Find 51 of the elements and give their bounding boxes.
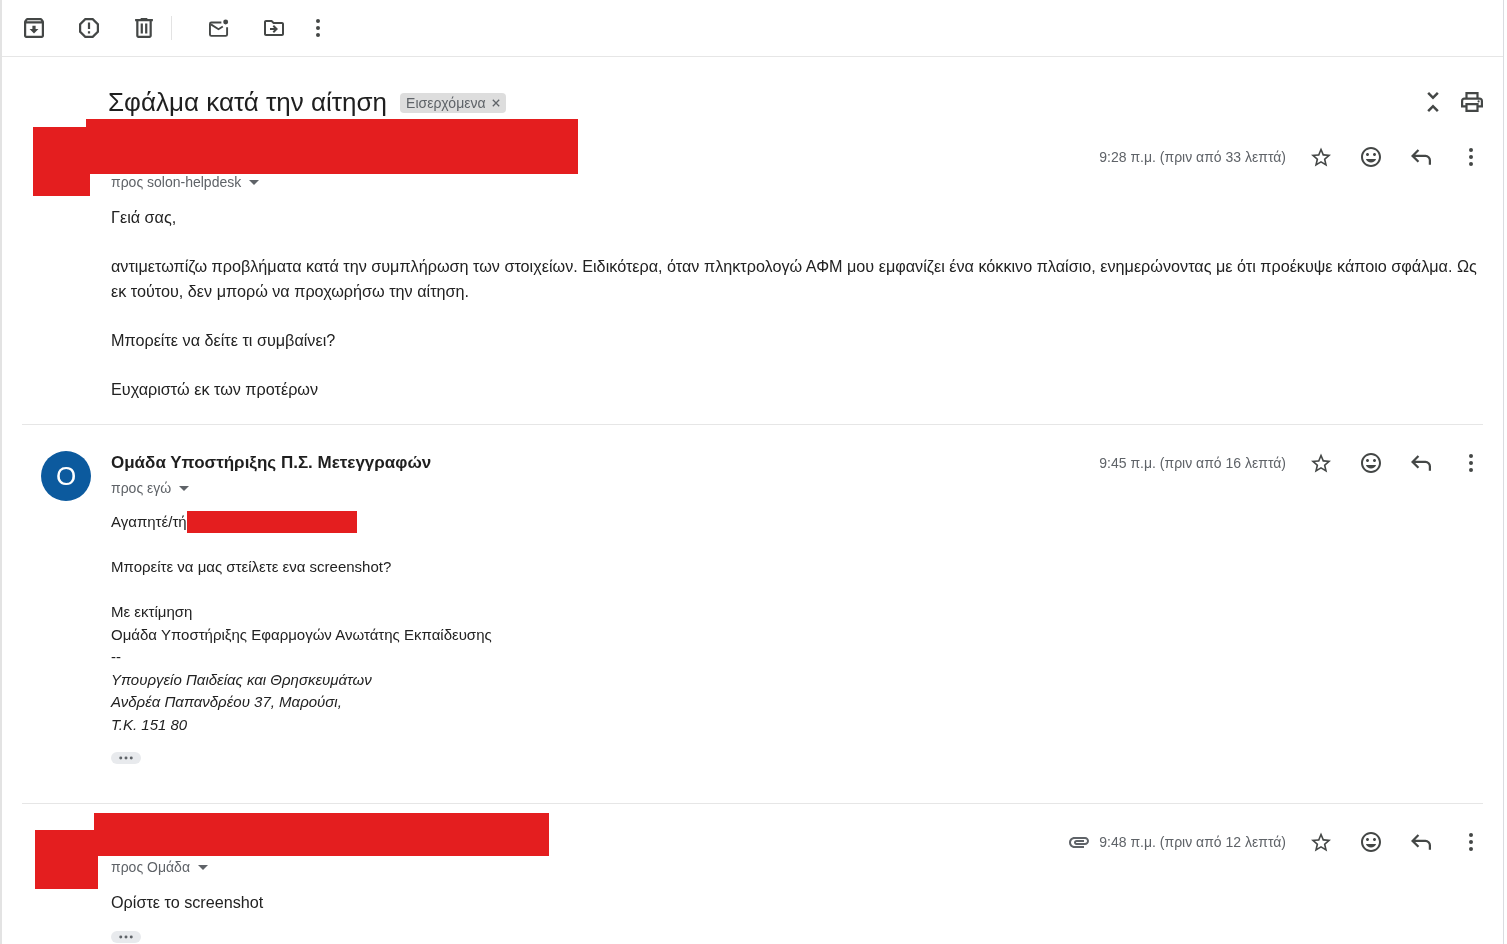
message-text: Μπορείτε να μας στείλετε ενα screenshot?	[111, 557, 392, 577]
archive-icon[interactable]	[24, 18, 44, 38]
envelope-dot-icon[interactable]	[209, 18, 229, 38]
print-icon[interactable]	[1461, 92, 1483, 112]
close-icon[interactable]	[491, 99, 500, 107]
show-trimmed-button[interactable]	[111, 930, 141, 943]
message-text: Ορίστε το screenshot	[111, 892, 264, 913]
message-text: Μπορείτε να δείτε τι συμβαίνει?	[111, 329, 336, 351]
recipient-text: προς solon-helpdesk	[111, 174, 242, 190]
caret-down-icon[interactable]	[249, 179, 260, 185]
more-icon[interactable]	[316, 19, 320, 37]
caret-down-icon[interactable]	[179, 485, 190, 491]
smiley-icon[interactable]	[1361, 147, 1381, 167]
more-icon[interactable]	[1469, 148, 1473, 166]
ellipsis-icon[interactable]	[119, 756, 133, 760]
caret-down-icon[interactable]	[198, 864, 208, 870]
smiley-icon[interactable]	[1361, 453, 1381, 473]
recipient-text: προς Ομάδα	[111, 859, 190, 875]
warning-icon[interactable]	[79, 18, 99, 38]
reply-icon[interactable]	[1411, 453, 1431, 473]
trash-icon[interactable]	[134, 18, 154, 38]
message-time: 9:28 π.μ. (πριν από 33 λεπτά)	[1099, 149, 1286, 165]
label-chip[interactable]: Εισερχόμενα	[400, 93, 506, 113]
message-text: Ανδρέα Παπανδρέου 37, Μαρούσι,	[111, 692, 342, 712]
message-text: Αγαπητέ/τή	[111, 512, 187, 532]
star-icon[interactable]	[1311, 832, 1331, 852]
message-text: Ευχαριστώ εκ των προτέρων	[111, 378, 319, 400]
folder-arrow-icon[interactable]	[264, 18, 284, 38]
more-icon[interactable]	[1469, 454, 1473, 472]
reply-icon[interactable]	[1411, 832, 1431, 852]
message-time: 9:48 π.μ. (πριν από 12 λεπτά)	[1099, 834, 1286, 850]
message-text: Υπουργείο Παιδείας και Θρησκευμάτων	[111, 669, 372, 690]
ellipsis-icon[interactable]	[119, 934, 133, 939]
recipient-text: προς εγώ	[111, 480, 172, 496]
sender-name: Ομάδα Υποστήριξης Π.Σ. Μετεγγραφών	[111, 453, 432, 472]
star-icon[interactable]	[1311, 147, 1331, 167]
collapse-icon[interactable]	[1427, 92, 1439, 112]
smiley-icon[interactable]	[1361, 832, 1381, 852]
message-text: Τ.Κ. 151 80	[111, 714, 188, 735]
show-trimmed-button[interactable]	[111, 752, 141, 764]
more-icon[interactable]	[1469, 833, 1473, 851]
message-text: Γειά σας,	[111, 207, 177, 228]
message-text: --	[111, 647, 121, 667]
email-subject: Σφάλμα κατά την αίτηση	[108, 86, 388, 118]
reply-icon[interactable]	[1411, 147, 1431, 167]
message-time: 9:45 π.μ. (πριν από 16 λεπτά)	[1099, 455, 1286, 471]
message-text: αντιμετωπίζω προβλήματα κατά την συμπλήρωση των στοιχείων. Ειδικότερα, όταν πληκτρολογώ ΑΦΜ μου εμφανίζει ένα κόκκινο πλαίσιο, ενημερώνοντας με ότι προέκυψε κάποιο σφάλμα. Ως εκ τούτου, δεν μπορώ να προχωρήσω την αίτηση.	[111, 256, 1478, 302]
message-text: Με εκτίμηση	[111, 602, 193, 622]
star-icon[interactable]	[1311, 453, 1331, 473]
message-text: Ομάδα Υποστήριξης Εφαρμογών Ανωτάτης Εκπαίδευσης	[111, 624, 492, 645]
avatar: Ο	[41, 451, 91, 501]
